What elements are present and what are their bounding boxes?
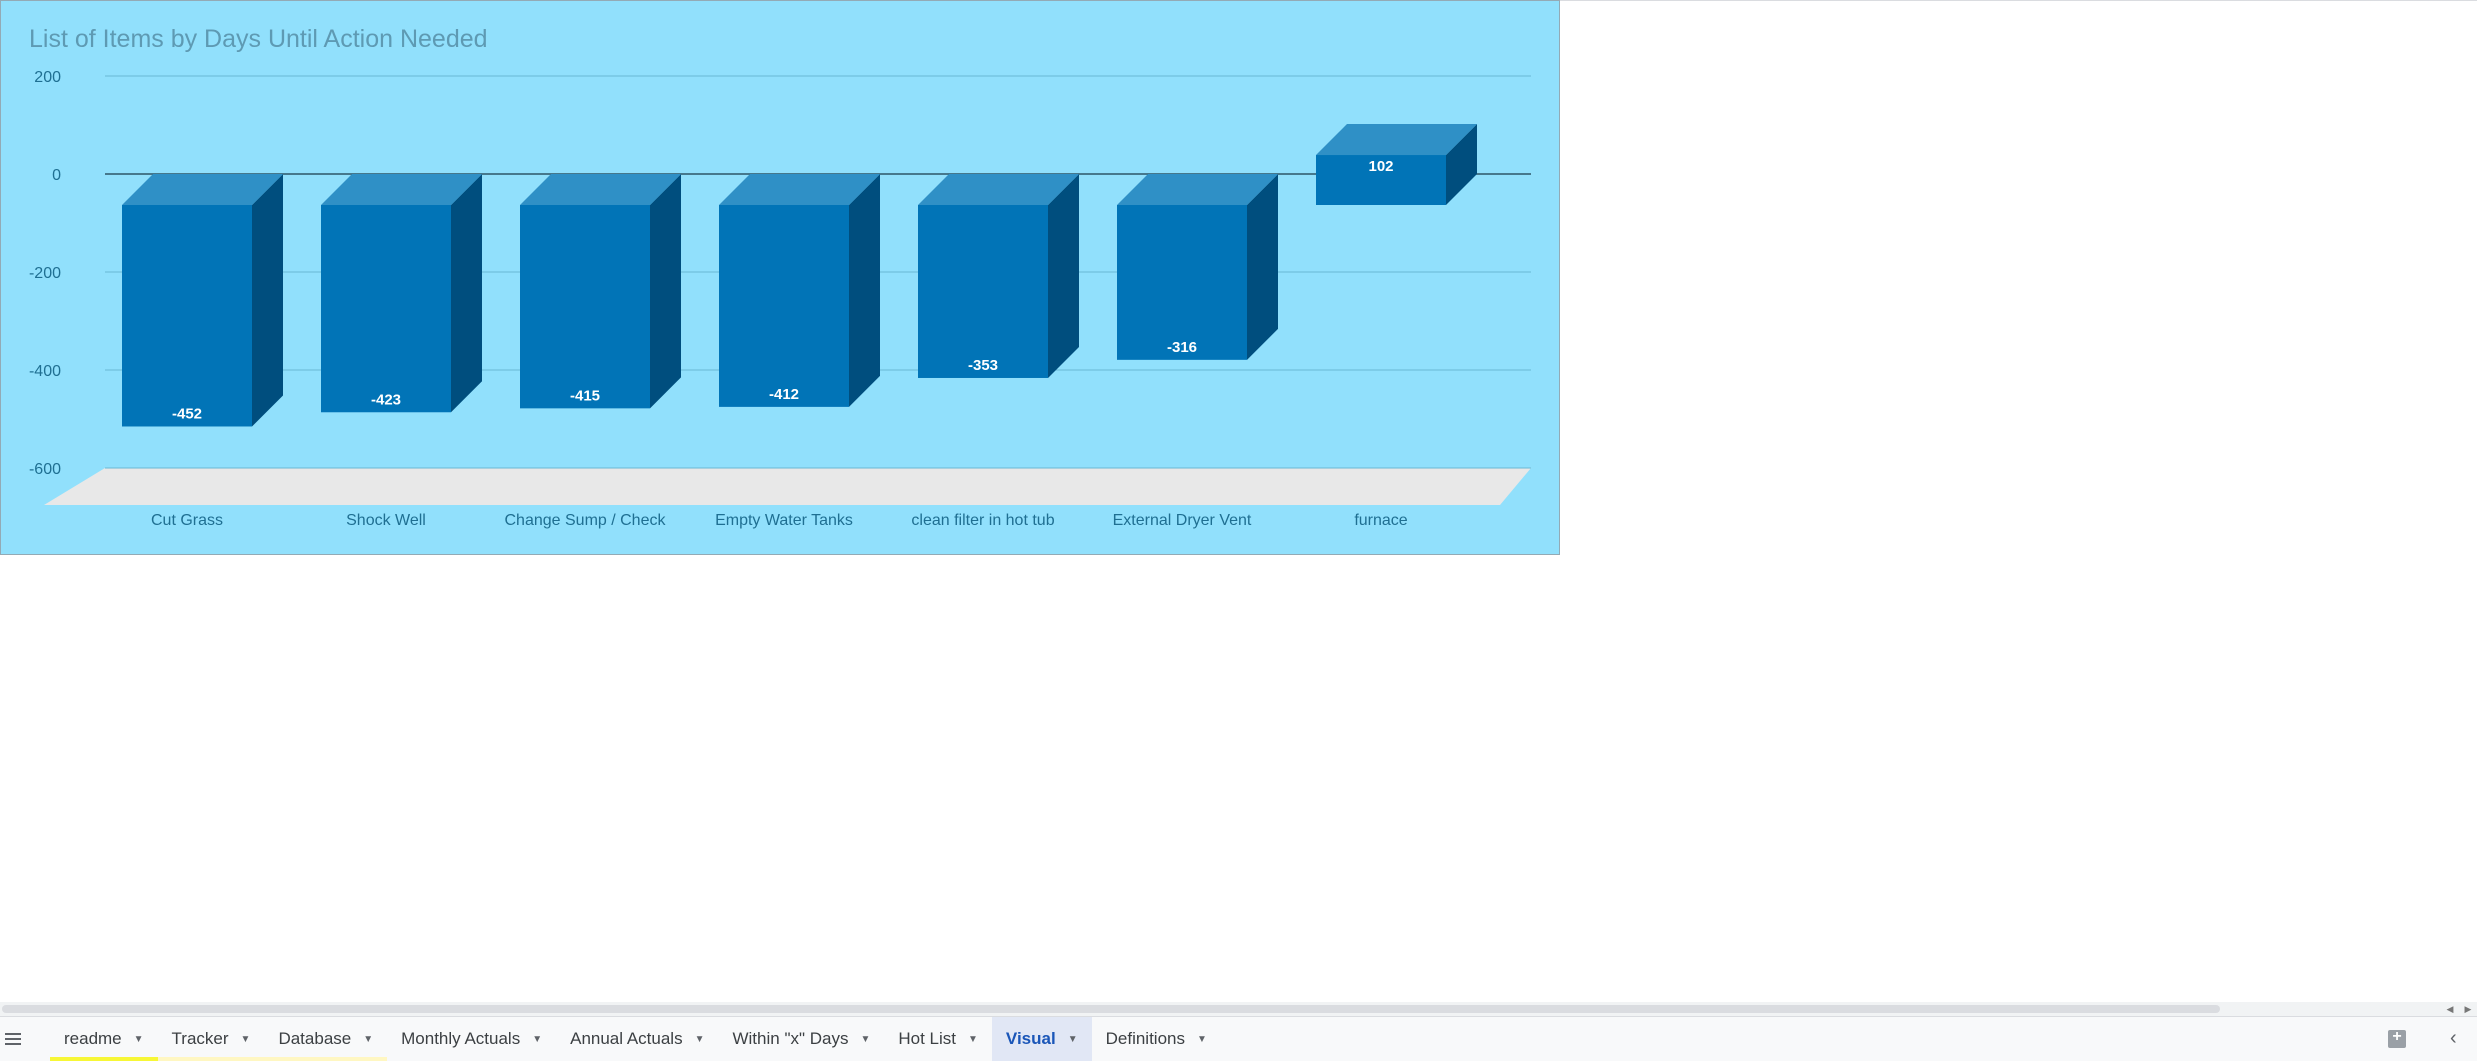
hamburger-menu-icon: [5, 1033, 21, 1045]
chart-floor: [44, 468, 1531, 505]
sheet-tab-tracker[interactable]: Tracker ▼: [157, 1017, 265, 1061]
sheet-tab-within-x-days[interactable]: Within "x" Days ▼: [718, 1017, 884, 1061]
sheet-tab-label: Within "x" Days: [732, 1029, 849, 1048]
sheet-tabs: readme ▼ Tracker ▼ Database ▼ Monthly Actuals ▼…: [50, 1017, 1221, 1061]
x-tick-label: clean filter in hot tub: [911, 512, 1054, 529]
caret-down-icon[interactable]: ▼: [134, 1034, 144, 1045]
caret-down-icon[interactable]: ▼: [532, 1034, 542, 1045]
sheet-tab-bar: readme ▼ Tracker ▼ Database ▼ Monthly Actuals ▼…: [0, 1016, 2477, 1061]
data-label: -353: [968, 357, 998, 374]
y-tick-label: 0: [52, 167, 61, 184]
sheet-tab-readme[interactable]: readme ▼: [50, 1017, 158, 1061]
data-label: -423: [371, 391, 401, 408]
all-sheets-button[interactable]: [0, 1017, 26, 1061]
bar-side: [252, 174, 283, 427]
x-tick-label: Cut Grass: [151, 512, 223, 529]
data-label: -316: [1167, 339, 1197, 356]
sheet-tab-label: Annual Actuals: [570, 1029, 683, 1048]
chart-title: List of Items by Days Until Action Neede…: [29, 25, 488, 53]
x-tick-label: Change Sump / Check: [505, 512, 667, 529]
bar-side: [1247, 174, 1278, 360]
caret-down-icon[interactable]: ▼: [1068, 1034, 1078, 1045]
y-tick-label: -200: [29, 265, 61, 282]
bar-5[interactable]: -353: [918, 174, 1079, 378]
sheet-tab-annual-actuals[interactable]: Annual Actuals ▼: [556, 1017, 718, 1061]
triangle-right-icon[interactable]: ▶: [2461, 1002, 2475, 1016]
sheet-tab-label: Database: [278, 1029, 352, 1048]
caret-down-icon[interactable]: ▼: [1197, 1034, 1207, 1045]
bar-chart-svg: List of Items by Days Until Action Neede…: [29, 25, 1531, 529]
scrollbar-thumb[interactable]: [2, 1005, 2220, 1013]
bar-side: [650, 174, 681, 409]
embedded-chart[interactable]: List of Items by Days Until Action Neede…: [0, 0, 1560, 555]
sheet-tab-label: Visual: [1005, 1029, 1056, 1048]
tab-color-indicator: [50, 1057, 158, 1061]
tab-color-indicator: [264, 1057, 388, 1061]
triangle-left-icon[interactable]: ◀: [2443, 1002, 2457, 1016]
data-label: 102: [1368, 158, 1393, 175]
bar-side: [451, 174, 482, 413]
horizontal-scrollbar[interactable]: ◀ ▶: [0, 1002, 2477, 1016]
bar-side: [849, 174, 880, 407]
sheet-tab-label: Monthly Actuals: [401, 1029, 521, 1048]
bar-7[interactable]: 102: [1316, 124, 1477, 205]
caret-down-icon[interactable]: ▼: [860, 1034, 870, 1045]
data-label: -452: [172, 405, 202, 422]
sheet-tab-visual[interactable]: Visual ▼: [991, 1017, 1092, 1061]
bar-front: [719, 205, 849, 407]
y-tick-label: -600: [29, 461, 61, 478]
bar-front: [122, 205, 252, 427]
sheet-tab-monthly-actuals[interactable]: Monthly Actuals ▼: [387, 1017, 556, 1061]
bar-3[interactable]: -415: [520, 174, 681, 409]
x-tick-label: Shock Well: [346, 512, 426, 529]
caret-down-icon[interactable]: ▼: [695, 1034, 705, 1045]
y-tick-label: 200: [34, 69, 61, 86]
bar-front: [321, 205, 451, 413]
caret-down-icon[interactable]: ▼: [968, 1034, 978, 1045]
sheet-tab-label: readme: [64, 1029, 122, 1048]
x-tick-label: Empty Water Tanks: [715, 512, 853, 529]
bar-side: [1048, 174, 1079, 378]
x-tick-label: External Dryer Vent: [1113, 512, 1252, 529]
bar-4[interactable]: -412: [719, 174, 880, 407]
y-tick-label: -400: [29, 363, 61, 380]
sheet-tab-label: Definitions: [1105, 1029, 1185, 1048]
bar-1[interactable]: -452: [122, 174, 283, 427]
caret-down-icon[interactable]: ▼: [241, 1034, 251, 1045]
data-label: -415: [570, 387, 600, 404]
sheet-tab-database[interactable]: Database ▼: [264, 1017, 388, 1061]
explore-icon[interactable]: [2388, 1028, 2406, 1048]
data-label: -412: [769, 386, 799, 403]
bar-front: [1117, 205, 1247, 360]
caret-down-icon[interactable]: ▼: [363, 1034, 373, 1045]
bar-2[interactable]: -423: [321, 174, 482, 413]
bar-6[interactable]: -316: [1117, 174, 1278, 360]
sheet-tab-label: Hot List: [898, 1029, 957, 1048]
sheet-tab-definitions[interactable]: Definitions ▼: [1092, 1017, 1221, 1061]
chevron-left-icon[interactable]: ‹: [2450, 1027, 2457, 1050]
bar-front: [918, 205, 1048, 378]
sheet-tab-label: Tracker: [171, 1029, 229, 1048]
sheet-tab-hot-list[interactable]: Hot List ▼: [884, 1017, 992, 1061]
tab-color-indicator: [157, 1057, 265, 1061]
bar-front: [520, 205, 650, 409]
x-tick-label: furnace: [1354, 512, 1407, 529]
